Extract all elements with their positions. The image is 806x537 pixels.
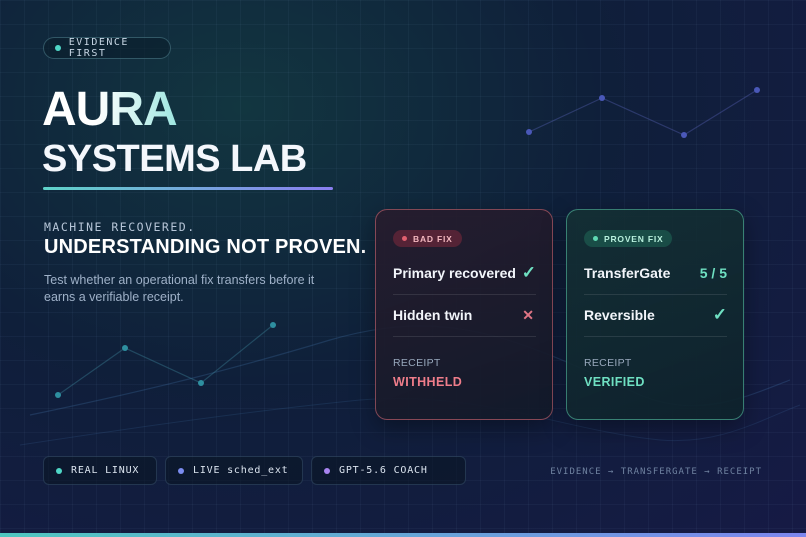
good-receipt-label: RECEIPT	[584, 357, 632, 369]
bad-receipt-label: RECEIPT	[393, 357, 441, 369]
tagline-description: Test whether an operational fix transfer…	[44, 273, 315, 304]
proven-fix-card: PROVEN FIX TransferGate 5 / 5 Reversible…	[566, 209, 744, 420]
bottom-accent-bar	[0, 533, 806, 537]
good-row-reversible: Reversible ✓	[584, 294, 727, 337]
eyebrow-label: EVIDENCE FIRST	[68, 37, 129, 59]
bad-row-hidden-twin-label: Hidden twin	[393, 307, 473, 323]
proven-fix-badge: PROVEN FIX	[584, 230, 673, 247]
title-underline	[43, 187, 333, 190]
violet-dot-icon	[324, 467, 330, 474]
good-row-transfergate-label: TransferGate	[584, 265, 671, 281]
good-row-transfergate: TransferGate 5 / 5	[584, 252, 727, 295]
bad-dot-icon	[402, 236, 407, 241]
good-dot-icon	[593, 236, 598, 241]
cross-icon: ✕	[522, 306, 534, 323]
status-dot-icon	[55, 45, 61, 51]
good-row-reversible-label: Reversible	[584, 307, 655, 323]
proven-fix-badge-label: PROVEN FIX	[604, 233, 664, 244]
chip-gpt-coach: GPT-5.6 COACH	[311, 456, 466, 485]
chip-live-sched-ext-label: LIVE sched_ext	[193, 465, 289, 476]
chip-gpt-coach-label: GPT-5.6 COACH	[339, 465, 428, 476]
tagline-kicker: MACHINE RECOVERED.	[44, 220, 196, 234]
bad-row-primary-label: Primary recovered	[393, 265, 516, 281]
title-line-1: AURA	[42, 83, 178, 136]
bad-row-primary: Primary recovered ✓	[393, 252, 536, 295]
chip-real-linux: REAL LINUX	[43, 456, 157, 485]
check-icon: ✓	[521, 263, 536, 282]
bad-fix-card: BAD FIX Primary recovered ✓ Hidden twin …	[375, 209, 553, 420]
teal-dot-icon	[56, 467, 62, 474]
bad-fix-badge: BAD FIX	[393, 230, 462, 247]
good-receipt-value: VERIFIED	[584, 375, 645, 389]
evidence-first-badge: EVIDENCE FIRST	[43, 37, 171, 59]
bad-receipt-value: WITHHELD	[393, 375, 463, 389]
chip-live-sched-ext: LIVE sched_ext	[165, 456, 303, 485]
transfergate-score: 5 / 5	[699, 265, 727, 281]
bad-row-hidden-twin: Hidden twin ✕	[393, 294, 536, 337]
title-line-2: SYSTEMS LAB	[42, 138, 307, 180]
check-icon: ✓	[712, 305, 727, 324]
blue-dot-icon	[178, 467, 184, 474]
tagline-headline: UNDERSTANDING NOT PROVEN.	[44, 236, 367, 258]
bad-fix-badge-label: BAD FIX	[413, 233, 453, 244]
evidence-flow: EVIDENCE → TRANSFERGATE → RECEIPT	[550, 467, 762, 477]
chip-real-linux-label: REAL LINUX	[71, 465, 140, 476]
